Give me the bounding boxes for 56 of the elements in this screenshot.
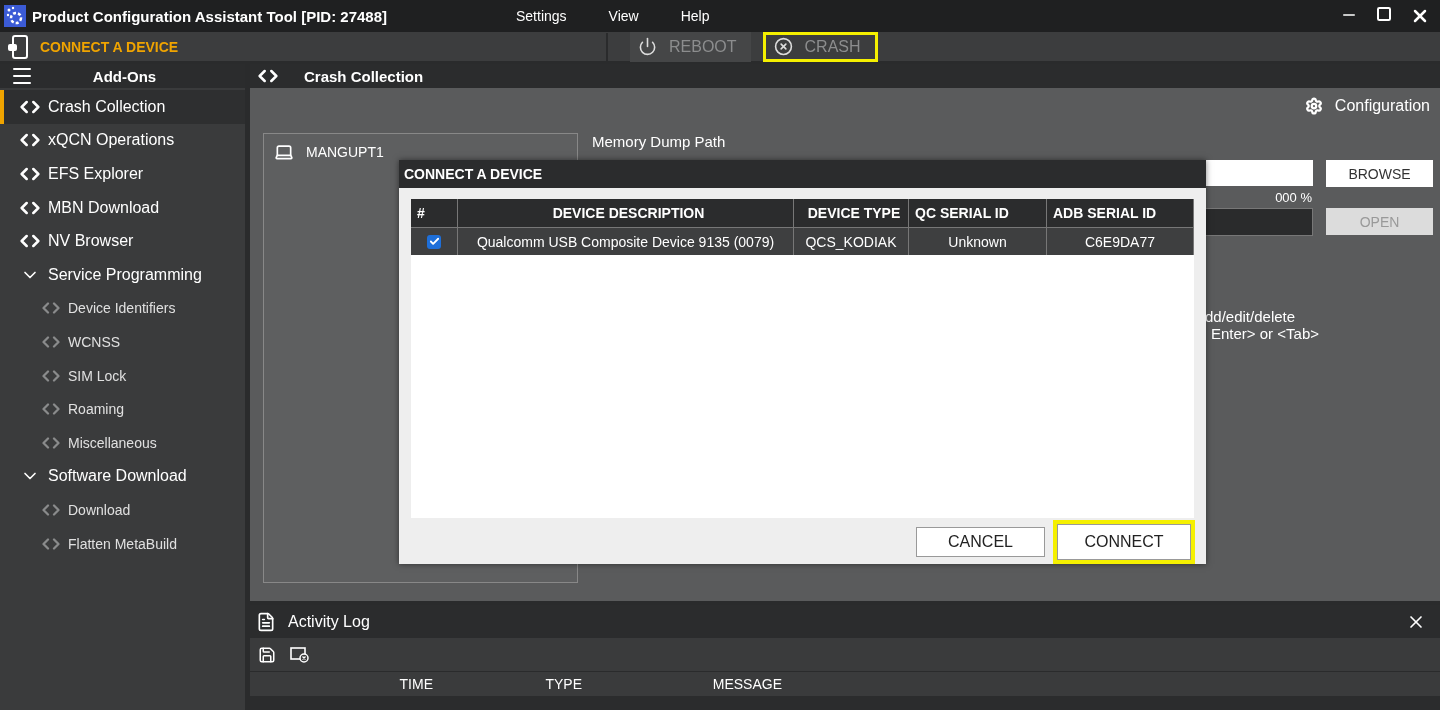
power-icon: [638, 37, 657, 56]
sidebar-item[interactable]: EFS Explorer: [0, 157, 245, 191]
document-icon: [256, 611, 276, 632]
cancel-button[interactable]: CANCEL: [916, 527, 1045, 557]
menu-item[interactable]: Settings: [516, 8, 567, 24]
table-cell: QCS_KODIAK: [794, 227, 909, 255]
sidebar-item[interactable]: NV Browser: [0, 224, 245, 258]
settings-icon[interactable]: [1304, 97, 1323, 115]
window-title: Product Configuration Assistant Tool [PID: 27488]: [32, 7, 389, 25]
sidebar-item[interactable]: SIM Lock: [0, 358, 245, 393]
app-logo-icon: [4, 5, 26, 27]
sidebar-item[interactable]: Roaming: [0, 392, 245, 426]
sidebar-group[interactable]: Software Download: [0, 459, 245, 494]
sidebar-item[interactable]: WCNSS: [0, 325, 245, 359]
checkbox[interactable]: [427, 234, 441, 249]
clear-log-icon[interactable]: [290, 645, 310, 664]
menu-item[interactable]: View: [608, 8, 639, 24]
column-header: TYPE: [545, 676, 582, 692]
sidebar-item[interactable]: Download: [0, 493, 245, 527]
field-label: Memory Dump Path: [592, 133, 727, 150]
sidebar-item[interactable]: xQCN Operations: [0, 123, 245, 158]
table-cell: Qualcomm USB Composite Device 9135 (0079): [458, 227, 794, 255]
hint-text: Enter> or <Tab>: [1211, 325, 1320, 342]
table-cell: C6E9DA77: [1047, 227, 1194, 255]
sidebar-item[interactable]: MBN Download: [0, 190, 245, 225]
column-header: DEVICE TYPE: [794, 199, 909, 227]
column-header: #: [411, 199, 458, 227]
device-plug-icon: [6, 33, 30, 60]
sidebar-item[interactable]: Miscellaneous: [0, 425, 245, 460]
hint-text: dd/edit/delete: [1205, 308, 1297, 325]
column-header: MESSAGE: [712, 676, 782, 692]
sidebar-item[interactable]: Flatten MetaBuild: [0, 526, 245, 561]
column-header: ADB SERIAL ID: [1047, 199, 1194, 227]
browse-button[interactable]: BROWSE: [1326, 160, 1433, 187]
path-field[interactable]: [1205, 160, 1313, 186]
laptop-icon: [274, 142, 294, 162]
configuration-link[interactable]: Configuration: [1334, 97, 1430, 115]
column-header: QC SERIAL ID: [909, 199, 1047, 227]
save-icon[interactable]: [258, 645, 276, 664]
table-cell: Unknown: [909, 227, 1047, 255]
maximize-icon[interactable]: [1376, 6, 1392, 22]
menu-item[interactable]: Help: [680, 8, 710, 24]
progress-percent: 000 %: [1275, 190, 1312, 205]
panel-title: Crash Collection: [304, 67, 424, 85]
column-header: DEVICE DESCRIPTION: [458, 199, 794, 227]
sidebar-item[interactable]: Device Identifiers: [0, 291, 245, 326]
sidebar-group[interactable]: Service Programming: [0, 257, 245, 292]
connect-button[interactable]: CONNECT: [1053, 520, 1195, 564]
sidebar-title: Add-Ons: [91, 67, 158, 85]
circle-x-icon: [773, 37, 793, 56]
log-title: Activity Log: [288, 612, 370, 631]
sidebar-item[interactable]: Crash Collection: [0, 90, 245, 124]
column-header: TIME: [399, 676, 433, 692]
dialog-title: CONNECT A DEVICE: [404, 166, 543, 182]
device-name[interactable]: MANGUPT1: [306, 144, 384, 160]
connect-device-label[interactable]: CONNECT A DEVICE: [40, 38, 606, 55]
